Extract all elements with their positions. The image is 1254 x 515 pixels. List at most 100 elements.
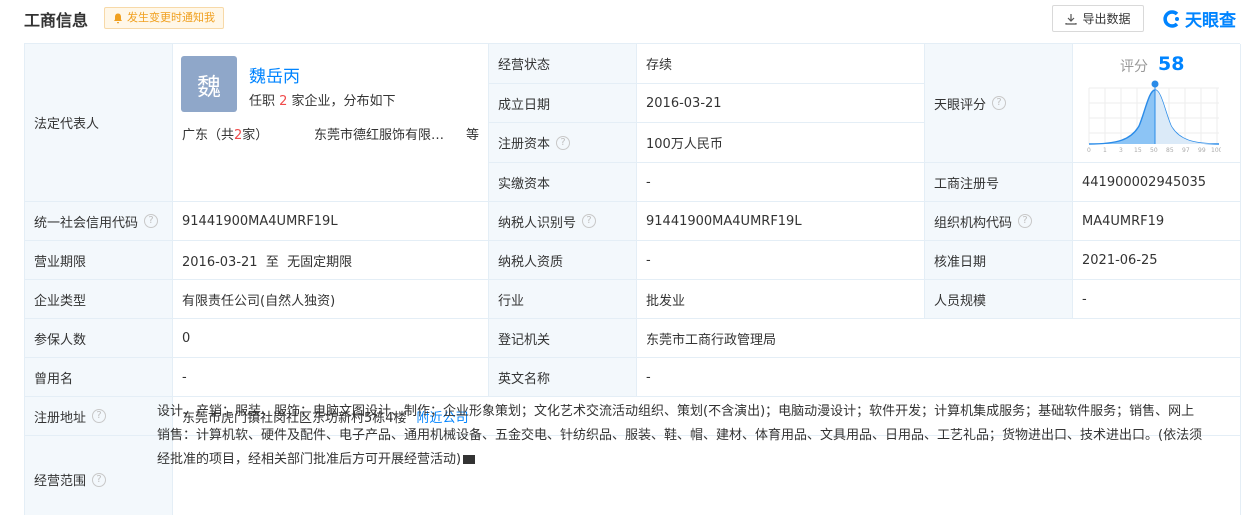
- rep-more-link[interactable]: 等: [466, 124, 479, 143]
- rep-region-prefix: 广东（共: [182, 128, 235, 143]
- brand-name: 天眼查: [1185, 11, 1236, 31]
- authority-value: 东莞市工商行政管理局: [646, 332, 777, 348]
- rep-summary-prefix: 任职: [249, 94, 280, 109]
- status-label-cell: 经营状态: [489, 44, 637, 84]
- rep-summary: 任职 2 家企业，分布如下: [249, 90, 396, 109]
- rep-region-suffix: 家）: [242, 128, 269, 143]
- orgcode-value-cell: MA4UMRF19: [1073, 202, 1241, 241]
- type-label: 企业类型: [34, 293, 87, 309]
- score-value: 58: [1158, 53, 1185, 75]
- rep-name-link[interactable]: 魏岳丙: [249, 62, 300, 87]
- score-marker: [1151, 80, 1159, 88]
- score-tick: 100: [1211, 147, 1221, 154]
- help-icon[interactable]: ?: [992, 96, 1007, 110]
- credit-label: 统一社会信用代码: [34, 215, 139, 231]
- regno-value: 441900002945035: [1082, 174, 1207, 190]
- notify-label: 发生变更时通知我: [127, 11, 215, 24]
- scope-label: 经营范围: [34, 474, 87, 489]
- english-label-cell: 英文名称: [489, 358, 637, 397]
- scope-value: 设计、产销：服装、服饰；电脑文图设计、制作；企业形象策划；文化艺术交流活动组织、…: [157, 400, 1207, 472]
- insured-value: 0: [182, 330, 191, 346]
- insured-label-cell: 参保人数: [25, 319, 173, 358]
- avatar: 魏: [181, 56, 237, 112]
- industry-value-cell: 批发业: [637, 280, 925, 319]
- approve-label-cell: 核准日期: [925, 241, 1073, 280]
- taxq-value: -: [646, 252, 651, 268]
- help-icon[interactable]: ?: [92, 409, 107, 423]
- tianyancha-logo-icon: [1163, 9, 1179, 28]
- former-value: -: [182, 369, 187, 385]
- authority-value-cell: 东莞市工商行政管理局: [637, 319, 1241, 358]
- rep-region: 广东（共2家）: [182, 124, 268, 143]
- term-value: 2016-03-21 至 无固定期限: [182, 254, 353, 270]
- bell-icon: [114, 13, 122, 23]
- regno-label-cell: 工商注册号: [925, 163, 1073, 202]
- scope-label-cell: 经营范围?: [25, 436, 173, 515]
- section-title: 工商信息: [24, 11, 89, 30]
- founded-label-cell: 成立日期: [489, 84, 637, 123]
- paid-value-cell: -: [637, 163, 925, 202]
- help-icon[interactable]: ?: [1018, 214, 1033, 228]
- type-value-cell: 有限责任公司(自然人独资): [173, 280, 489, 319]
- brand-logo: 天眼查: [1162, 6, 1236, 31]
- score-tick: 15: [1134, 147, 1142, 154]
- score-distribution-chart: 0 1 3 15 50 85 97 99 100: [1087, 80, 1221, 154]
- founded-label: 成立日期: [498, 97, 551, 113]
- status-value: 存续: [646, 58, 673, 73]
- capital-value-cell: 100万人民币: [637, 123, 925, 163]
- credit-value-cell: 91441900MA4UMRF19L: [173, 202, 489, 241]
- orgcode-value: MA4UMRF19: [1082, 213, 1165, 229]
- industry-value: 批发业: [646, 293, 686, 309]
- paid-label: 实缴资本: [498, 176, 551, 192]
- industry-label-cell: 行业: [489, 280, 637, 319]
- staff-label-cell: 人员规模: [925, 280, 1073, 319]
- scope-text: 设计、产销：服装、服饰；电脑文图设计、制作；企业形象策划；文化艺术交流活动组织、…: [157, 404, 1203, 467]
- taxq-value-cell: -: [637, 241, 925, 280]
- authority-label-cell: 登记机关: [489, 319, 637, 358]
- former-value-cell: -: [173, 358, 489, 397]
- former-label-cell: 曾用名: [25, 358, 173, 397]
- founded-value: 2016-03-21: [646, 95, 722, 111]
- approve-label: 核准日期: [934, 254, 987, 270]
- score-tick: 97: [1182, 147, 1190, 154]
- download-icon: [1065, 13, 1078, 25]
- insured-value-cell: 0: [173, 319, 489, 358]
- english-label: 英文名称: [498, 371, 551, 387]
- type-value: 有限责任公司(自然人独资): [182, 293, 336, 309]
- capital-value: 100万人民币: [646, 137, 723, 152]
- type-label-cell: 企业类型: [25, 280, 173, 319]
- status-label: 经营状态: [498, 58, 551, 73]
- collapse-icon[interactable]: [463, 455, 476, 464]
- taxq-label-cell: 纳税人资质: [489, 241, 637, 280]
- help-icon[interactable]: ?: [144, 214, 159, 228]
- insured-label: 参保人数: [34, 332, 87, 348]
- capital-label: 注册资本: [498, 137, 551, 152]
- credit-value: 91441900MA4UMRF19L: [182, 213, 338, 229]
- score-tick: 0: [1087, 147, 1091, 154]
- score-tick: 3: [1119, 147, 1123, 154]
- industry-label: 行业: [498, 293, 525, 309]
- help-icon[interactable]: ?: [556, 135, 571, 150]
- regno-label: 工商注册号: [934, 176, 1000, 192]
- rep-summary-suffix: 家企业，分布如下: [287, 94, 396, 109]
- score-curve-fill: [1089, 90, 1155, 144]
- english-value: -: [646, 369, 651, 385]
- score-label-cell: 天眼评分?: [925, 44, 1073, 163]
- export-button[interactable]: 导出数据: [1052, 5, 1144, 32]
- rep-label-cell: 法定代表人: [25, 44, 173, 202]
- rep-company-link[interactable]: 东莞市德红服饰有限…: [314, 124, 444, 143]
- credit-label-cell: 统一社会信用代码?: [25, 202, 173, 241]
- score-label: 天眼评分: [934, 97, 987, 113]
- taxid-value: 91441900MA4UMRF19L: [646, 213, 802, 229]
- score-tick: 50: [1150, 147, 1158, 154]
- score-tick: 1: [1103, 147, 1107, 154]
- notify-button[interactable]: 发生变更时通知我: [104, 7, 224, 29]
- paid-label-cell: 实缴资本: [489, 163, 637, 202]
- regno-value-cell: 441900002945035: [1073, 163, 1241, 202]
- help-icon[interactable]: ?: [582, 214, 597, 228]
- founded-value-cell: 2016-03-21: [637, 84, 925, 123]
- staff-value-cell: -: [1073, 280, 1241, 319]
- help-icon[interactable]: ?: [92, 472, 107, 487]
- term-label-cell: 营业期限: [25, 241, 173, 280]
- score-word: 评分: [1120, 59, 1148, 75]
